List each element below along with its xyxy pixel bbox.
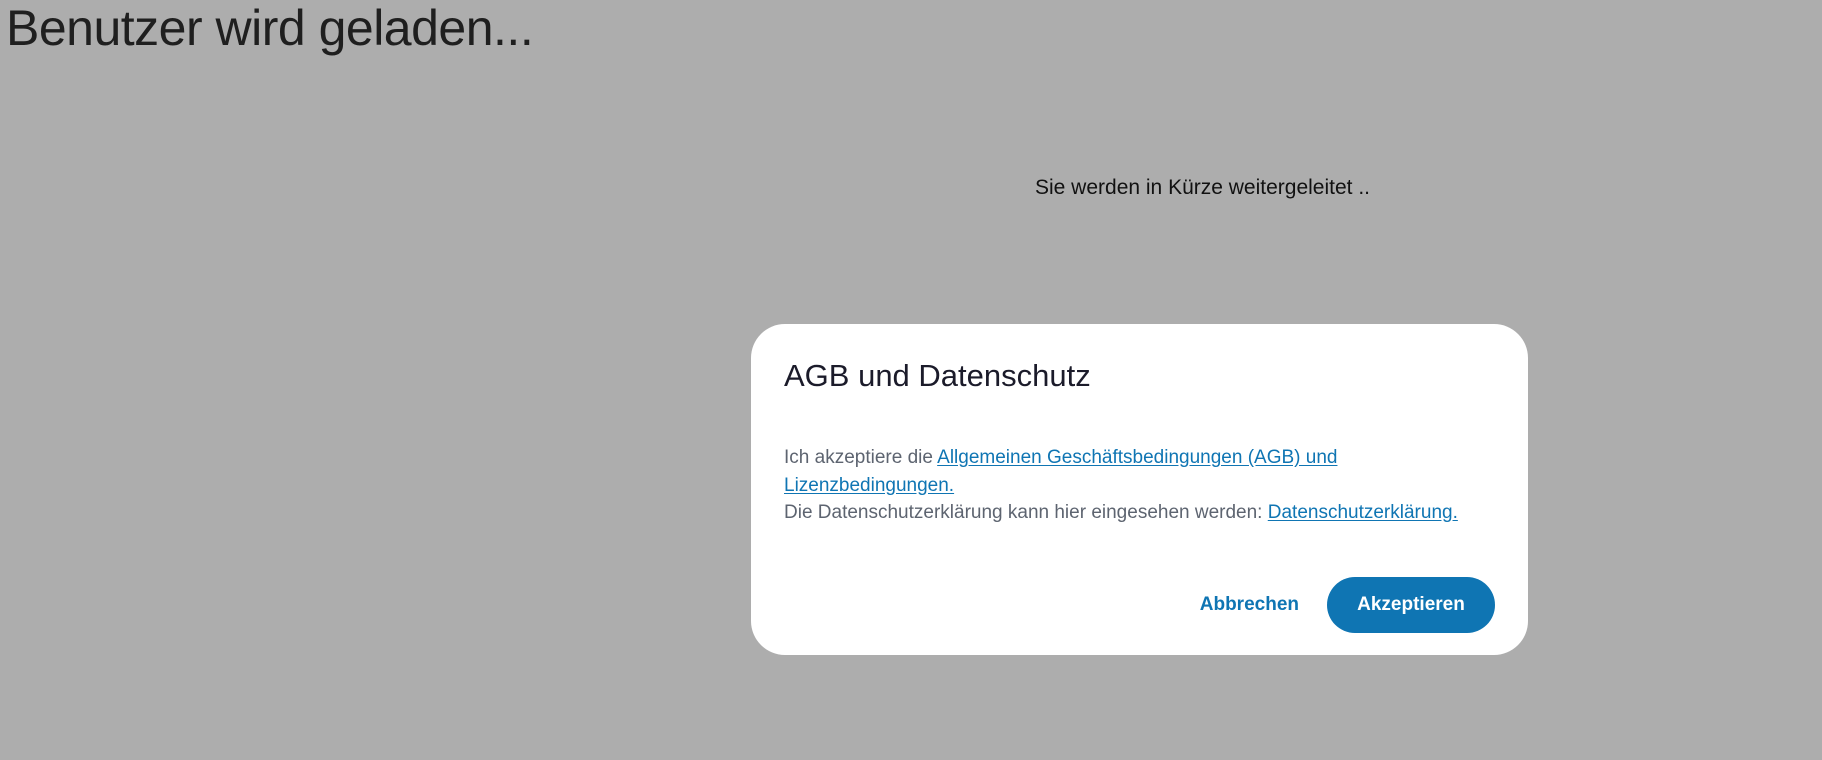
accept-button[interactable]: Akzeptieren [1327, 577, 1495, 633]
privacy-prefix-text: Die Datenschutzerklärung kann hier einge… [784, 502, 1268, 523]
privacy-link[interactable]: Datenschutzerklärung. [1268, 502, 1458, 523]
redirect-message: Sie werden in Kürze weitergeleitet .. [1035, 176, 1371, 199]
dialog-title: AGB und Datenschutz [784, 358, 1091, 393]
dialog-actions: Abbrechen Akzeptieren [1198, 577, 1495, 633]
page-title: Benutzer wird geladen... [6, 0, 534, 56]
terms-prefix-text: Ich akzeptiere die [784, 447, 938, 468]
cancel-button[interactable]: Abbrechen [1198, 584, 1301, 626]
terms-privacy-dialog: AGB und Datenschutz Ich akzeptiere die A… [751, 324, 1528, 655]
dialog-body: Ich akzeptiere die Allgemeinen Geschäfts… [784, 444, 1484, 527]
